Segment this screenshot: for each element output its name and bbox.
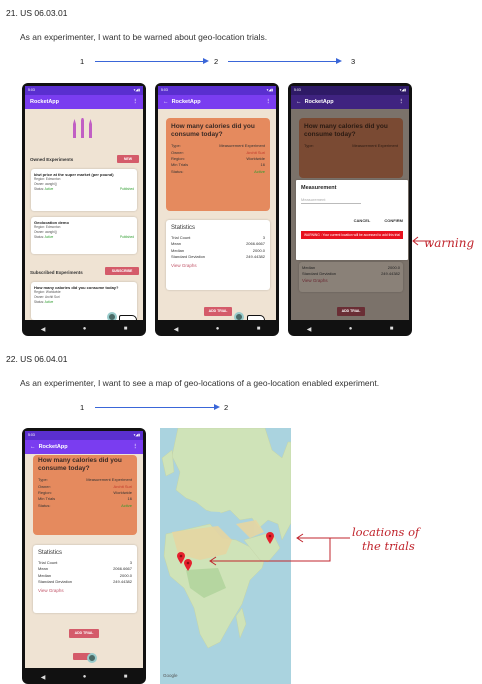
phone-screenshot-experiments: 5:03 ▾◢▮ RocketApp ⋮ Owned Experiments NEW… [22,83,146,336]
phone-screenshot-experiment-detail: 5:03 ▾◢▮ ← RocketApp ⋮ How many calories d… [22,428,146,684]
step-label-3: 3 [351,57,356,66]
phone-screenshot-measurement-dialog: 5:03 ▾◢▮ ← RocketApp ⋮ How many calories d… [288,83,412,336]
back-arrow-icon[interactable]: ← [30,444,36,450]
experiment-card[interactable]: Geolocation demo Region: Edmonton Owner:… [31,217,137,254]
tap-indicator [234,312,244,320]
dialog-title: Measurement [301,185,337,191]
overflow-menu-icon[interactable]: ⋮ [133,444,139,450]
step-label-1: 1 [80,57,85,66]
view-graphs-link[interactable]: View Graphs [171,263,265,268]
app-bar: RocketApp ⋮ [25,95,143,109]
location-warning-banner: WARNING : Your current location will be … [301,231,403,239]
step-label-2: 2 [224,403,229,412]
android-nav-bar: ◀ ● ■ [40,674,128,681]
experiment-info-card: How many calories did you consume today?… [33,455,137,535]
android-nav-bar: ◀ ● ■ [173,326,261,333]
view-graphs-link[interactable]: View Graphs [38,588,132,593]
recents-icon: ■ [123,326,128,332]
android-nav-bar: ◀ ● ■ [306,326,394,333]
measurement-dialog: Measurement Measurement CANCEL CONFIRM W… [296,180,408,260]
step-label-1: 1 [80,403,85,412]
section-22-heading: 22. US 06.04.01 [6,354,68,364]
app-title: RocketApp [304,99,334,105]
step-arrow [95,58,209,64]
step-arrow [95,404,220,410]
back-arrow-icon[interactable]: ← [296,99,302,105]
android-nav-bar: ◀ ● ■ [22,322,146,336]
back-icon: ◀ [40,326,46,333]
map-attribution: Google [163,673,178,678]
statistics-card: Statistics Trial Count 3 Mean 2066.6667 Me… [33,545,137,613]
app-bar: ← RocketApp ⋮ [25,440,143,454]
measurement-input[interactable]: Measurement [301,197,361,204]
cancel-button[interactable]: CANCEL [354,218,371,223]
app-title: RocketApp [30,99,60,105]
confirm-button[interactable]: CONFIRM [384,218,403,223]
statistics-card: Statistics Trial Count 3 Mean 2066.6667 Me… [166,220,270,290]
new-experiment-button[interactable]: NEW [117,155,139,163]
tap-indicator [107,312,117,320]
step-label-2: 2 [214,57,219,66]
overflow-menu-icon[interactable]: ⋮ [266,99,272,105]
add-trial-button[interactable]: ADD TRIAL [337,307,365,316]
locations-annotation: locations of the trials [352,525,420,554]
overflow-menu-icon[interactable]: ⋮ [399,99,405,105]
hand-pointer-icon [119,315,137,320]
status-bar: 5:03 ▾◢▮ [25,86,143,95]
section-22-story: As an experimenter, I want to see a map … [20,378,380,388]
warning-annotation: warning [424,236,475,250]
experiment-card[interactable]: kiwi price at the super market (per poun… [31,169,137,211]
app-title: RocketApp [38,444,68,450]
owned-experiments-label: Owned Experiments [30,157,74,162]
overflow-menu-icon[interactable]: ⋮ [133,99,139,105]
app-title: RocketApp [171,99,201,105]
home-icon: ● [82,326,87,332]
phone-screenshot-experiment-detail: 5:03 ▾◢▮ ← RocketApp ⋮ How many calories d… [155,83,279,336]
back-arrow-icon[interactable]: ← [163,99,169,105]
hand-pointer-icon [247,315,265,320]
tap-indicator [87,653,97,663]
subscribed-experiments-label: Subscribed Experiments [30,270,83,275]
subscribe-button[interactable]: SUBSCRIBE [105,267,139,275]
app-bar: ← RocketApp ⋮ [158,95,276,109]
step-arrow [228,58,342,64]
section-21-story: As an experimenter, I want to be warned … [20,32,268,42]
section-21-heading: 21. US 06.03.01 [6,8,68,18]
add-trial-button[interactable]: ADD TRIAL [204,307,232,316]
experiment-info-card: How many calories did you consume today?… [166,118,270,211]
add-trial-button[interactable]: ADD TRIAL [69,629,99,638]
rocket-logo-icon [70,116,96,140]
annotation-connector [209,533,350,566]
